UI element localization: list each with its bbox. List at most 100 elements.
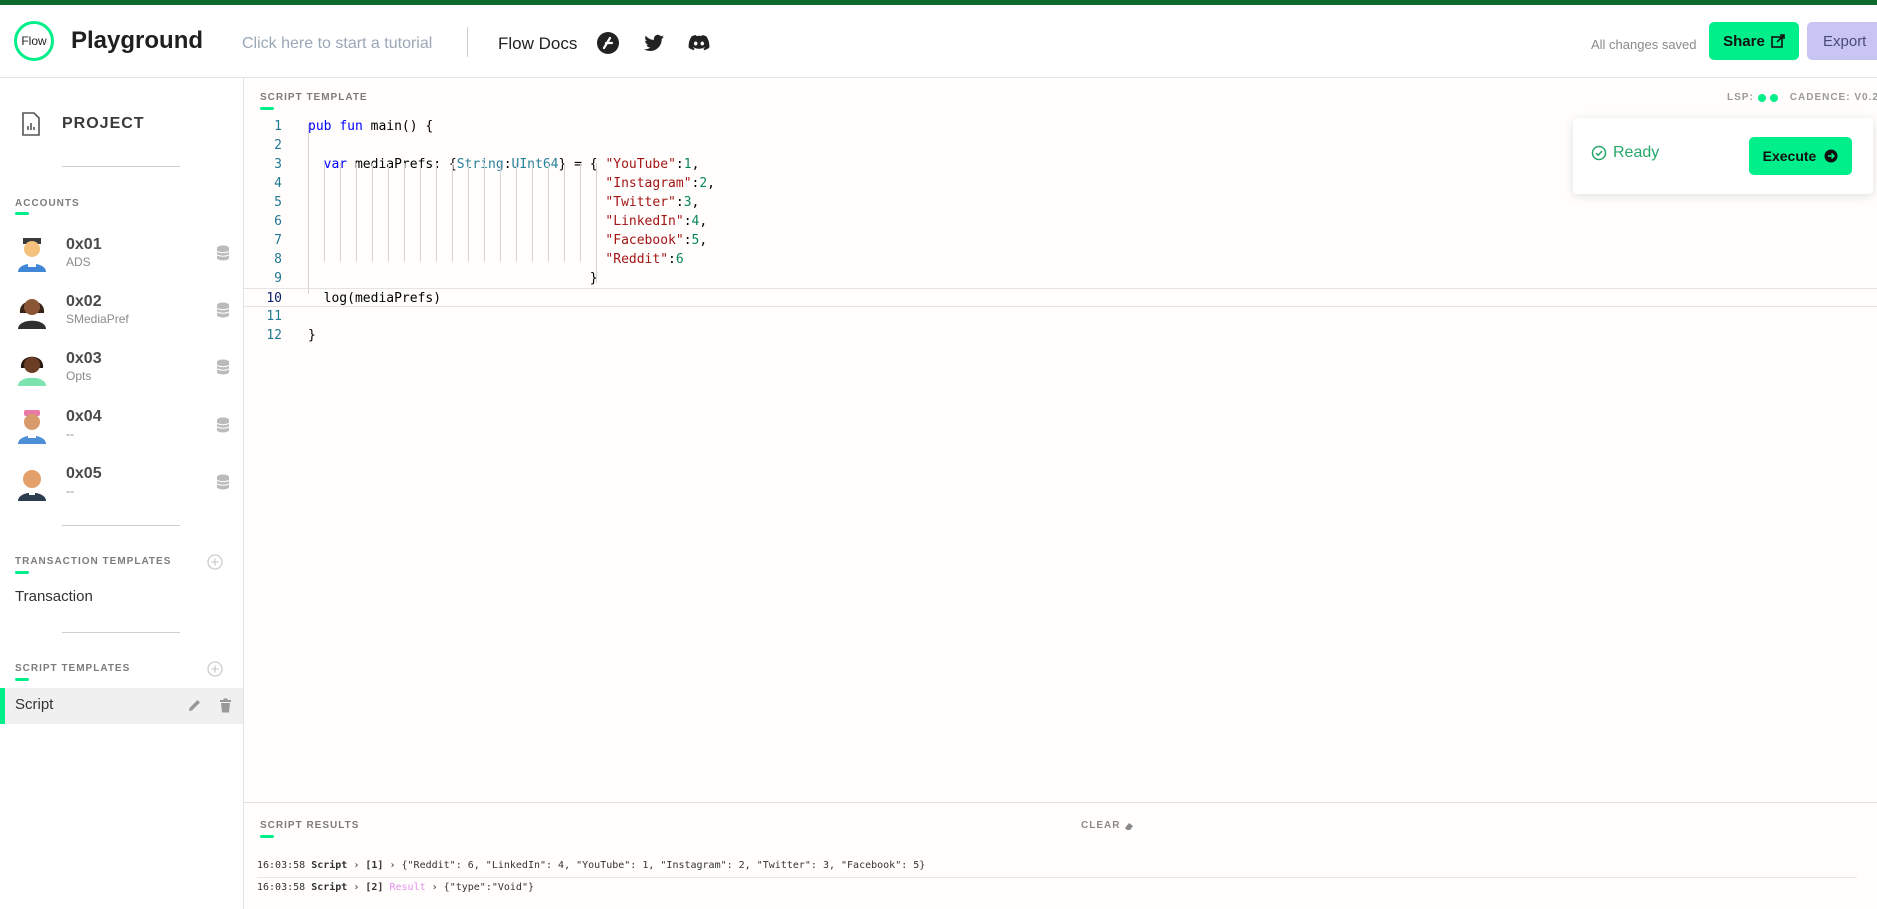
add-script-icon[interactable] [207, 661, 223, 677]
check-circle-icon [1591, 145, 1607, 161]
sidebar-divider [62, 166, 180, 167]
discord-icon[interactable] [687, 31, 711, 55]
line-number: 8 [274, 252, 282, 267]
header: Flow Playground Click here to start a tu… [0, 5, 1877, 78]
flow-docs-link[interactable]: Flow Docs [498, 34, 577, 54]
share-button[interactable]: Share [1709, 22, 1799, 60]
lsp-status: LSP: CADENCE: V0.24. [1727, 92, 1877, 103]
twitter-icon[interactable] [642, 31, 666, 55]
sidebar-divider [62, 632, 180, 633]
sidebar-divider [62, 525, 180, 526]
trash-icon[interactable] [219, 698, 232, 713]
code-line: 5 "Twitter":3, [244, 193, 1877, 212]
database-icon[interactable] [216, 417, 230, 433]
project-nav[interactable]: PROJECT [20, 112, 145, 136]
code-line-active: 10 log(mediaPrefs) [244, 288, 1877, 307]
avatar-icon [18, 470, 46, 501]
result-value: {"type":"Void"} [443, 882, 534, 893]
line-number: 11 [266, 309, 282, 324]
line-number: 1 [274, 119, 282, 134]
code-line: 11 [244, 307, 1877, 326]
line-number: 3 [274, 157, 282, 172]
line-number: 12 [266, 328, 282, 343]
export-button[interactable]: Export [1807, 22, 1877, 60]
tutorial-link[interactable]: Click here to start a tutorial [242, 35, 432, 53]
app-title: Playground [71, 27, 204, 54]
result-source: Script [311, 882, 348, 893]
result-time: 16:03:58 [257, 882, 306, 893]
transaction-templates-title: TRANSACTION TEMPLATES [15, 556, 172, 567]
account-name: Opts [66, 369, 92, 383]
project-label: PROJECT [62, 115, 145, 132]
account-item[interactable]: 0x03 Opts [15, 342, 230, 392]
script-templates-underline [15, 678, 29, 681]
account-address: 0x01 [66, 236, 102, 253]
lsp-label: LSP: [1727, 92, 1754, 103]
execute-button[interactable]: Execute [1749, 137, 1852, 175]
status-card: Ready Execute [1573, 118, 1873, 194]
status-ready: Ready [1591, 144, 1659, 162]
result-index: [1] [365, 860, 384, 871]
results-title-underline [260, 835, 274, 838]
line-number: 2 [274, 138, 282, 153]
editor-title-underline [260, 107, 274, 110]
account-item[interactable]: 0x01 ADS [15, 228, 230, 278]
database-icon[interactable] [216, 474, 230, 490]
accounts-underline [15, 212, 29, 215]
line-number: 7 [274, 233, 282, 248]
script-templates-title: SCRIPT TEMPLATES [15, 663, 131, 674]
line-number: 10 [266, 291, 282, 306]
code-line: 9 } [244, 269, 1877, 288]
accounts-title: ACCOUNTS [15, 198, 80, 209]
account-item[interactable]: 0x04 -- [15, 400, 230, 450]
line-number: 9 [274, 271, 282, 286]
avatar-icon [18, 410, 46, 444]
avatar-icon [18, 238, 46, 272]
result-value: {"Reddit": 6, "LinkedIn": 4, "YouTube": … [401, 860, 926, 871]
line-number: 4 [274, 176, 282, 191]
flow-logo[interactable]: Flow [14, 21, 54, 61]
editor-title: SCRIPT TEMPLATE [260, 92, 368, 103]
account-name: -- [66, 427, 74, 441]
account-address: 0x04 [66, 408, 102, 425]
code-line: 6 "LinkedIn":4, [244, 212, 1877, 231]
account-name: SMediaPref [66, 312, 129, 326]
results-panel: SCRIPT RESULTS CLEAR 16:03:58 Script › [… [244, 802, 1877, 909]
account-item[interactable]: 0x05 -- [15, 457, 230, 507]
avatar-icon [18, 356, 46, 386]
code-line: 7 "Facebook":5, [244, 231, 1877, 250]
account-address: 0x03 [66, 350, 102, 367]
add-transaction-icon[interactable] [207, 554, 223, 570]
result-time: 16:03:58 [257, 860, 306, 871]
account-address: 0x05 [66, 465, 102, 482]
database-icon[interactable] [216, 359, 230, 375]
code-line: 8 "Reddit":6 [244, 250, 1877, 269]
results-title: SCRIPT RESULTS [260, 820, 360, 831]
logo-text: Flow [21, 34, 47, 48]
result-entry: 16:03:58 Script › [2] Result › {"type":"… [257, 882, 534, 893]
script-template-item[interactable]: Script [0, 688, 243, 724]
transaction-templates-underline [15, 571, 29, 574]
code-line: 12} [244, 326, 1877, 345]
sidebar: PROJECT ACCOUNTS 0x01 ADS 0x02 SMediaPre… [0, 78, 244, 909]
header-divider [467, 27, 468, 57]
transaction-template-item[interactable]: Transaction [15, 588, 93, 605]
account-item[interactable]: 0x02 SMediaPref [15, 285, 230, 335]
lsp-dot [1757, 93, 1766, 102]
flow-docs-icon[interactable] [596, 31, 620, 55]
result-index: [2] [365, 882, 384, 893]
execute-label: Execute [1762, 148, 1817, 164]
eraser-icon [1125, 822, 1134, 830]
clear-button[interactable]: CLEAR [1081, 820, 1135, 831]
arrow-right-circle-icon [1824, 149, 1838, 163]
result-entry: 16:03:58 Script › [1] › {"Reddit": 6, "L… [257, 860, 926, 871]
account-name: -- [66, 484, 74, 498]
account-name: ADS [66, 255, 91, 269]
database-icon[interactable] [216, 302, 230, 318]
script-template-label: Script [15, 696, 54, 713]
share-label: Share [1723, 32, 1765, 50]
save-status: All changes saved [1591, 37, 1697, 52]
database-icon[interactable] [216, 245, 230, 261]
account-address: 0x02 [66, 293, 102, 310]
edit-icon[interactable] [187, 698, 202, 713]
